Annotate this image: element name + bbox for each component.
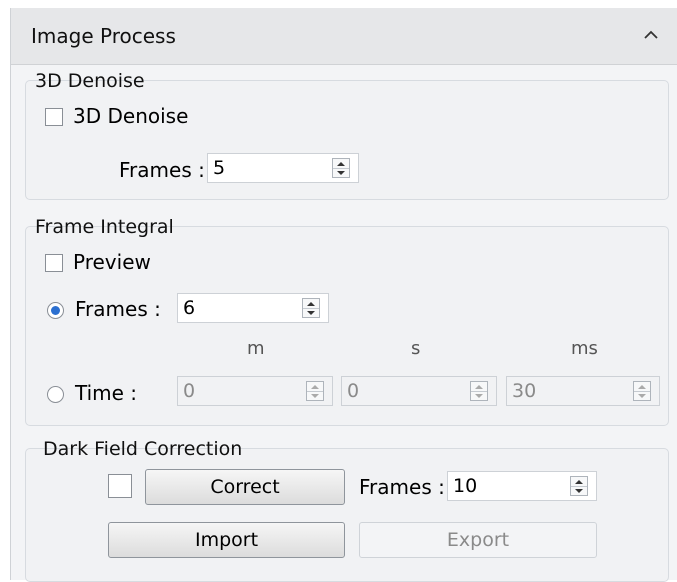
integral-frames-label: Frames : <box>75 297 161 321</box>
image-process-panel: Image Process 3D Denoise 3D Denoise Fram… <box>10 8 677 582</box>
denoise-checkbox[interactable] <box>45 108 63 126</box>
dark-field-frames-spinbox[interactable]: 10 <box>447 471 597 501</box>
spin-down-icon[interactable] <box>307 391 323 400</box>
collapse-chevron-up-icon[interactable] <box>636 20 666 50</box>
denoise-frames-spinbox[interactable]: 5 <box>207 153 359 183</box>
spin-down-icon[interactable] <box>303 308 319 317</box>
dark-field-frames-value: 10 <box>453 475 478 497</box>
integral-frames-spinbox[interactable]: 6 <box>177 293 329 323</box>
integral-legend: Frame Integral <box>35 216 174 238</box>
dark-field-checkbox[interactable] <box>108 474 132 498</box>
spin-arrows <box>470 381 488 401</box>
time-milliseconds-value: 30 <box>512 380 537 402</box>
spin-arrows <box>306 381 324 401</box>
denoise-legend: 3D Denoise <box>35 70 145 92</box>
panel-header[interactable]: Image Process <box>11 8 677 65</box>
spin-arrows <box>332 158 350 178</box>
preview-label: Preview <box>73 250 151 274</box>
time-minutes-spinbox[interactable]: 0 <box>177 376 333 406</box>
unit-s-label: s <box>411 338 421 359</box>
time-radio[interactable] <box>47 386 64 403</box>
export-button[interactable]: Export <box>359 522 597 558</box>
denoise-frames-value: 5 <box>213 157 226 179</box>
denoise-frames-label: Frames : <box>119 158 205 182</box>
time-seconds-value: 0 <box>347 380 360 402</box>
spin-arrows <box>633 381 651 401</box>
correct-button[interactable]: Correct <box>145 469 345 505</box>
dark-field-group <box>25 448 669 582</box>
unit-ms-label: ms <box>571 338 598 359</box>
spin-down-icon[interactable] <box>571 486 587 495</box>
frames-radio[interactable] <box>47 302 64 319</box>
spin-down-icon[interactable] <box>471 391 487 400</box>
unit-m-label: m <box>247 338 265 359</box>
spin-arrows <box>570 476 588 496</box>
spin-down-icon[interactable] <box>634 391 650 400</box>
dark-field-legend: Dark Field Correction <box>43 438 243 460</box>
time-milliseconds-spinbox[interactable]: 30 <box>506 376 660 406</box>
time-seconds-spinbox[interactable]: 0 <box>341 376 497 406</box>
panel-title: Image Process <box>31 24 176 48</box>
dark-field-frames-label: Frames : <box>359 475 445 499</box>
import-button[interactable]: Import <box>108 522 345 558</box>
spin-arrows <box>302 298 320 318</box>
preview-checkbox[interactable] <box>45 254 63 272</box>
spin-down-icon[interactable] <box>333 168 349 177</box>
integral-frames-value: 6 <box>183 297 196 319</box>
time-label: Time : <box>75 381 138 405</box>
time-minutes-value: 0 <box>183 380 196 402</box>
denoise-checkbox-label: 3D Denoise <box>73 104 189 128</box>
